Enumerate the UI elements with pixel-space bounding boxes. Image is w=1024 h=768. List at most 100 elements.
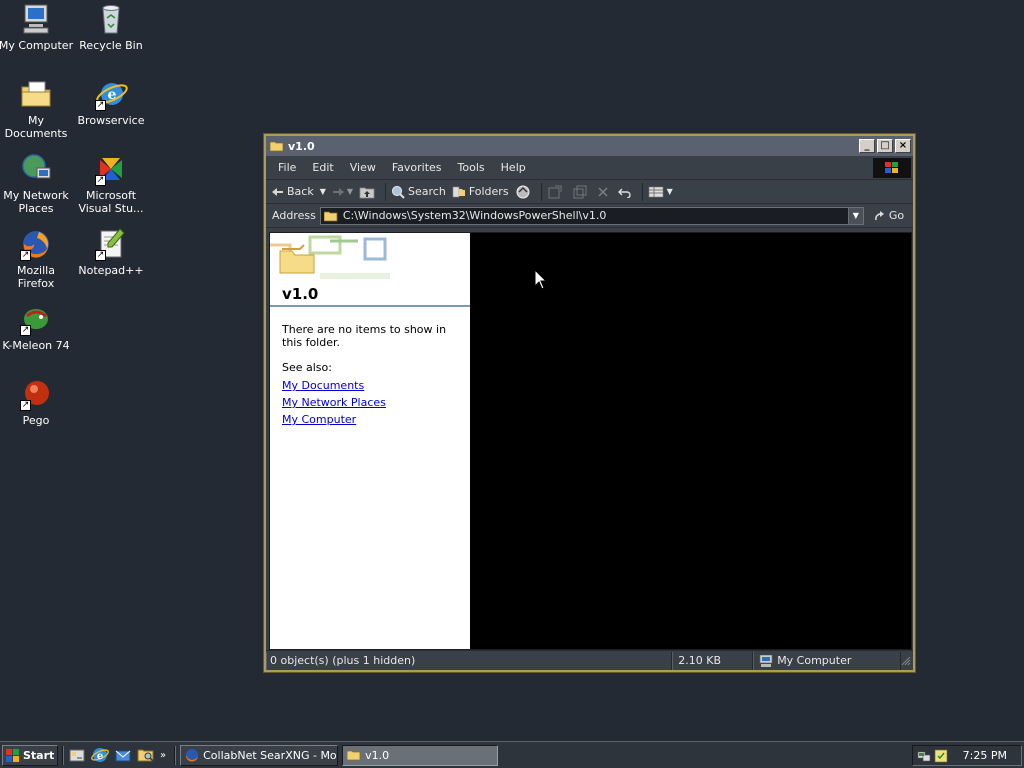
views-button[interactable]: ▼: [648, 186, 673, 198]
task-pane-title: v1.0: [282, 285, 319, 303]
taskbar-button-label: v1.0: [365, 748, 390, 762]
clock[interactable]: 7:25 PM: [963, 749, 1007, 762]
quick-launch-more-button[interactable]: »: [160, 750, 166, 761]
taskbar-button-explorer[interactable]: v1.0: [342, 744, 499, 766]
toolbar: Back ▼ ▼ Search Folders ▼: [266, 180, 913, 204]
show-desktop-icon[interactable]: [68, 746, 86, 764]
go-arrow-icon: [874, 210, 884, 220]
network-places-icon: [19, 152, 53, 186]
go-label: Go: [888, 209, 905, 222]
back-arrow-icon: [272, 187, 283, 196]
back-label: Back: [287, 185, 314, 198]
desktop-icon-label: Pego: [22, 414, 50, 427]
desktop-icon-label: Microsoft Visual Stu...: [78, 189, 144, 215]
quick-launch-separator: [62, 745, 64, 765]
up-folder-button[interactable]: [359, 185, 378, 199]
go-button[interactable]: Go: [874, 209, 904, 222]
start-button[interactable]: Start: [2, 744, 58, 766]
status-bar: 0 object(s) (plus 1 hidden) 2.10 KB My C…: [266, 650, 913, 670]
visual-studio-icon: ↗: [94, 152, 128, 186]
move-to-button[interactable]: [547, 185, 566, 199]
address-value: C:\Windows\System32\WindowsPowerShell\v1…: [342, 209, 607, 222]
taskbar-button-label: CollabNet SearXNG - Mozil...: [203, 748, 337, 762]
sync-button[interactable]: [515, 184, 534, 200]
menu-view[interactable]: View: [342, 161, 384, 174]
resize-grip-icon[interactable]: [901, 656, 911, 666]
status-object-count: 0 object(s) (plus 1 hidden): [266, 651, 673, 670]
shortcut-arrow-icon: ↗: [20, 250, 31, 261]
folders-label: Folders: [468, 185, 509, 198]
shortcut-arrow-icon: ↗: [95, 250, 106, 261]
toolbar-separator: [540, 182, 542, 201]
up-folder-icon: [359, 187, 375, 198]
status-size: 2.10 KB: [672, 651, 754, 670]
link-my-computer[interactable]: My Computer: [282, 413, 458, 426]
k-meleon-icon: ↗: [19, 302, 53, 336]
see-also-label: See also:: [282, 361, 332, 374]
task-pane-header: v1.0: [270, 233, 470, 307]
desktop-icon-k-meleon[interactable]: ↗ K-Meleon 74: [0, 302, 74, 352]
address-dropdown-icon[interactable]: ▼: [847, 207, 863, 224]
start-label: Start: [23, 748, 55, 762]
forward-arrow-icon: [332, 187, 344, 196]
file-list-pane[interactable]: [470, 233, 911, 649]
undo-button[interactable]: [617, 186, 635, 198]
search-label: Search: [408, 185, 446, 198]
menu-favorites[interactable]: Favorites: [384, 161, 450, 174]
desktop-icon-my-computer[interactable]: My Computer: [0, 2, 74, 52]
my-documents-icon: [19, 77, 53, 111]
search-folder-icon[interactable]: [137, 746, 155, 764]
explorer-window[interactable]: v1.0 _ □ × File Edit View Favorites Tool…: [264, 134, 915, 672]
status-location-label: My Computer: [777, 654, 852, 667]
link-my-documents[interactable]: My Documents: [282, 379, 458, 392]
desktop-icon-my-network-places[interactable]: My Network Places: [0, 152, 74, 215]
desktop-icon-my-documents[interactable]: My Documents: [0, 77, 74, 140]
delete-button[interactable]: [597, 186, 612, 198]
maximize-button[interactable]: □: [877, 139, 893, 153]
internet-explorer-icon[interactable]: e: [91, 746, 109, 764]
desktop-icon-mozilla-firefox[interactable]: ↗ Mozilla Firefox: [0, 227, 74, 290]
mouse-cursor-icon: [534, 269, 548, 290]
search-button[interactable]: Search: [391, 185, 446, 199]
pego-icon: ↗: [19, 377, 53, 411]
task-pane-body: There are no items to show in this folde…: [270, 307, 470, 426]
back-dropdown-icon[interactable]: ▼: [320, 187, 326, 196]
desktop-icon-notepad-plus-plus[interactable]: ↗ Notepad++: [73, 227, 149, 277]
back-button[interactable]: Back ▼: [272, 185, 326, 198]
desktop-icon-pego[interactable]: ↗ Pego: [0, 377, 74, 427]
desktop-icon-label: My Computer: [0, 39, 74, 52]
desktop-icon-recycle-bin[interactable]: Recycle Bin: [73, 2, 149, 52]
desktop-icon-label: Recycle Bin: [79, 39, 143, 52]
folders-button[interactable]: Folders: [452, 185, 509, 198]
menu-edit[interactable]: Edit: [304, 161, 341, 174]
task-pane: v1.0 There are no items to show in this …: [270, 233, 470, 649]
close-button[interactable]: ×: [895, 139, 911, 153]
network-tray-icon[interactable]: [917, 749, 931, 763]
link-my-network-places[interactable]: My Network Places: [282, 396, 458, 409]
menu-tools[interactable]: Tools: [450, 161, 493, 174]
forward-button[interactable]: ▼: [332, 187, 353, 197]
folder-icon: [347, 750, 361, 761]
update-tray-icon[interactable]: [934, 749, 948, 763]
address-label: Address: [272, 209, 316, 222]
menu-file[interactable]: File: [270, 161, 304, 174]
copy-to-button[interactable]: [572, 185, 591, 199]
svg-text:e: e: [97, 751, 103, 762]
minimize-button[interactable]: _: [859, 139, 875, 153]
system-tray: 7:25 PM: [912, 745, 1022, 766]
toolbar-separator: [385, 182, 387, 201]
title-bar[interactable]: v1.0 _ □ ×: [266, 136, 913, 156]
address-input[interactable]: C:\Windows\System32\WindowsPowerShell\v1…: [319, 206, 864, 225]
taskbar: Start e » CollabNet SearXNG - Mozil... v…: [0, 741, 1024, 768]
notepad-plus-plus-icon: ↗: [94, 227, 128, 261]
menu-help[interactable]: Help: [493, 161, 534, 174]
delete-icon: [598, 186, 608, 197]
folder-icon: [270, 141, 284, 152]
internet-explorer-icon: e ↗: [94, 77, 128, 111]
window-title: v1.0: [288, 139, 315, 153]
desktop-icon-browservice[interactable]: e ↗ Browservice: [73, 77, 149, 127]
shortcut-arrow-icon: ↗: [20, 325, 31, 336]
taskbar-button-firefox[interactable]: CollabNet SearXNG - Mozil...: [180, 744, 339, 766]
outlook-express-icon[interactable]: [114, 746, 132, 764]
desktop-icon-visual-studio[interactable]: ↗ Microsoft Visual Stu...: [73, 152, 149, 215]
